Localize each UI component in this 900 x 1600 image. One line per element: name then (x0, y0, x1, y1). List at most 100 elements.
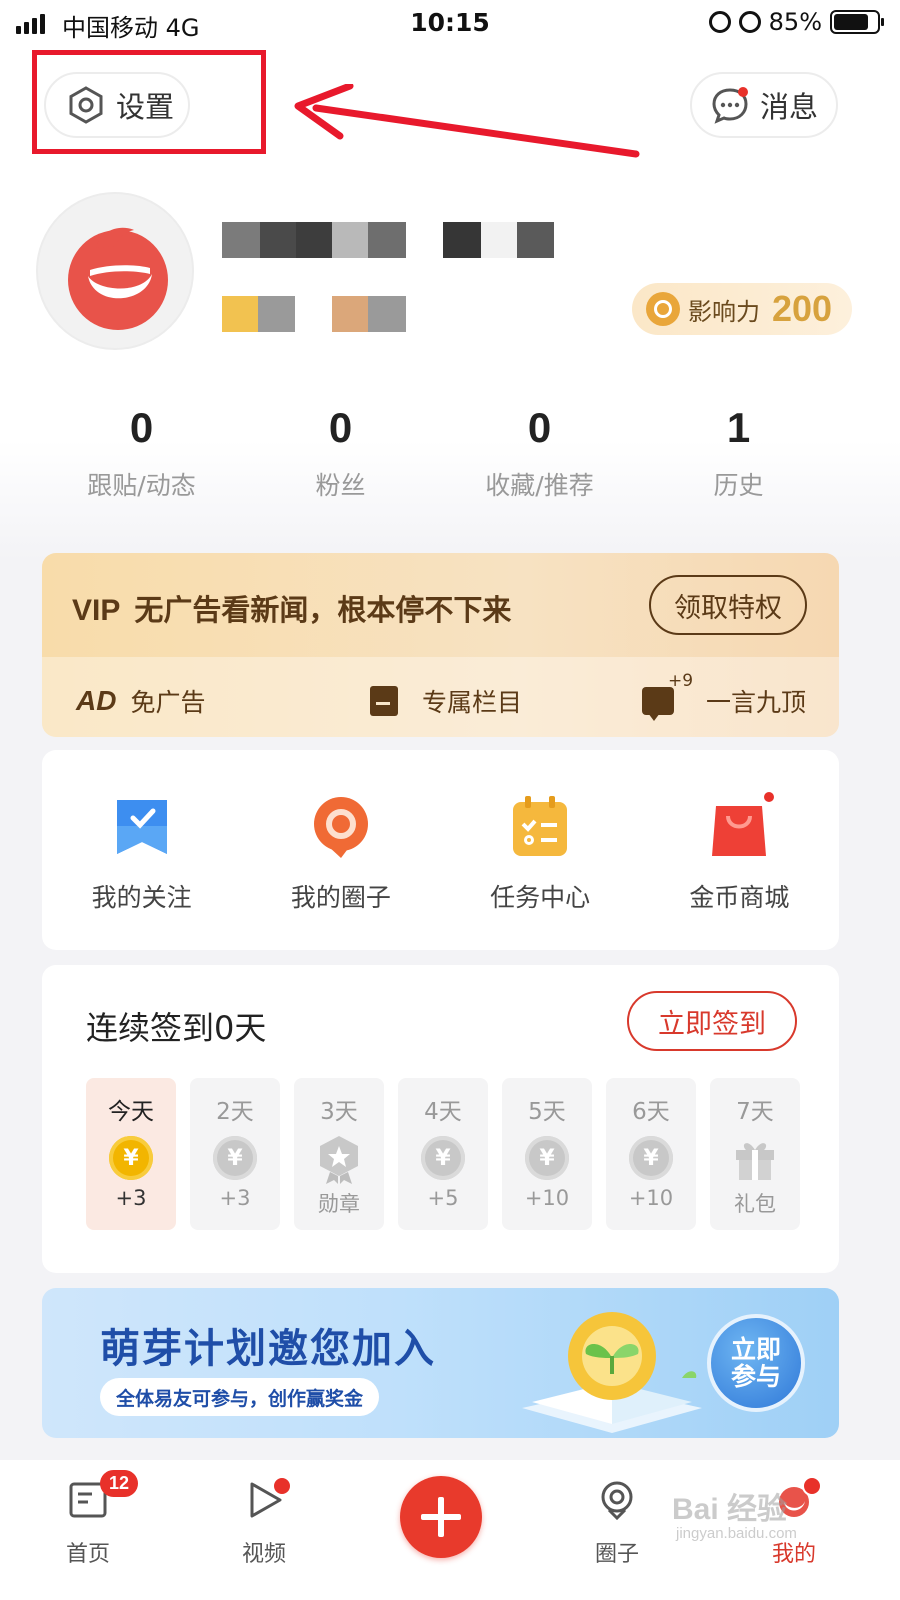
column-icon (370, 686, 398, 716)
notification-dot (272, 1476, 292, 1496)
book-sprout-illustration (522, 1312, 702, 1433)
highlight-box (32, 50, 266, 154)
checkin-day: 2天 ¥ +3 (190, 1078, 280, 1230)
checkin-button[interactable]: 立即签到 (627, 991, 797, 1051)
shortcut-label: 我的关注 (91, 883, 192, 912)
checkin-day: 5天 ¥ +10 (502, 1078, 592, 1230)
stat-label: 跟贴/动态 (87, 471, 196, 500)
comment-boost-icon (642, 687, 674, 721)
banner-title: 萌芽计划邀您加入 (100, 1326, 436, 1372)
checkin-days: 今天 ¥ +3 2天 ¥ +3 3天 勋章 4天 ¥ +5 5天 ¥ +10 6… (86, 1078, 800, 1230)
messages-button[interactable]: 消息 (690, 72, 838, 138)
shortcut-my-circles[interactable]: 我的圈子 (241, 750, 440, 950)
location-pin-icon (601, 1481, 633, 1521)
day-reward: +10 (628, 1186, 674, 1210)
tab-home[interactable]: 12 首页 (38, 1470, 139, 1568)
day-label: 今天 (108, 1099, 154, 1125)
avatar-mascot-icon (68, 227, 168, 330)
vip-slogan-text: 无广告看新闻，根本停不下来 (134, 593, 512, 627)
medal-icon (320, 1136, 358, 1184)
avatar[interactable] (36, 192, 194, 350)
day-label: 3天 (320, 1099, 358, 1125)
day-label: 6天 (632, 1099, 670, 1125)
battery-percent: 85% (768, 8, 822, 36)
perk-no-ads: AD 免广告 (76, 683, 205, 719)
gift-icon (736, 1143, 774, 1180)
banner-subtitle: 全体易友可参与，创作赢奖金 (100, 1378, 380, 1416)
publish-plus-button[interactable] (400, 1476, 482, 1558)
coin-icon: ¥ (213, 1136, 257, 1180)
perk-exclusive-column: 专属栏目 (370, 683, 522, 719)
shortcut-task-center[interactable]: 任务中心 (441, 750, 640, 950)
influence-label: 影响力 (688, 297, 760, 326)
day-reward: 勋章 (318, 1192, 360, 1216)
tab-video[interactable]: 视频 (214, 1476, 314, 1568)
annotation-arrow (294, 84, 640, 158)
watermark-url: jingyan.baidu.com (676, 1525, 797, 1542)
stat-value: 0 (527, 404, 552, 451)
claim-privileges-button[interactable]: 领取特权 (649, 575, 807, 635)
stat-label: 粉丝 (315, 471, 366, 500)
stat-value: 0 (328, 404, 353, 451)
checkin-card: 连续签到0天 立即签到 今天 ¥ +3 2天 ¥ +3 3天 勋章 4天 ¥ +… (42, 965, 839, 1273)
message-icon (712, 87, 748, 124)
perk-label: 专属栏目 (422, 688, 523, 717)
day-label: 2天 (216, 1099, 254, 1125)
day-label: 5天 (528, 1099, 566, 1125)
circle-chat-icon (313, 797, 368, 858)
orientation-lock-icon (708, 11, 731, 33)
watermark: Bai 经验 (672, 1493, 788, 1526)
checkin-day: 3天 勋章 (294, 1078, 384, 1230)
join-now-label: 立即参与 (730, 1334, 781, 1391)
messages-label: 消息 (760, 90, 819, 124)
stat-posts[interactable]: 0 跟贴/动态 (42, 404, 241, 502)
home-badge: 12 (100, 1470, 139, 1497)
stat-favorites[interactable]: 0 收藏/推荐 (440, 404, 639, 502)
stat-label: 收藏/推荐 (485, 471, 594, 500)
influence-value: 200 (772, 288, 833, 329)
day-label: 7天 (736, 1099, 774, 1125)
checkin-title: 连续签到0天 (86, 1009, 267, 1047)
join-now-button[interactable]: 立即参与 (707, 1314, 805, 1412)
sprout-plan-banner[interactable]: 萌芽计划邀您加入 全体易友可参与，创作赢奖金 立即参与 (42, 1288, 839, 1438)
shortcut-my-follows[interactable]: 我的关注 (42, 750, 241, 950)
tab-label: 首页 (65, 1542, 110, 1567)
stat-history[interactable]: 1 历史 (639, 404, 838, 502)
tab-label: 圈子 (594, 1542, 639, 1567)
day-reward: +10 (524, 1186, 570, 1210)
coin-icon: ¥ (629, 1136, 673, 1180)
perk-label: 一言九顶 (706, 688, 807, 717)
day-reward: 礼包 (734, 1192, 776, 1216)
coin-icon: ¥ (525, 1136, 569, 1180)
influence-icon (646, 292, 680, 326)
shortcut-coin-mall[interactable]: 金币商城 (640, 750, 839, 950)
perk-sup: +9 (668, 671, 694, 691)
tab-circles[interactable]: 圈子 (567, 1480, 667, 1568)
day-reward: +3 (219, 1186, 251, 1210)
shortcut-label: 金币商城 (689, 883, 790, 912)
status-indicators: 85% (708, 8, 884, 36)
day-reward: +5 (427, 1186, 459, 1210)
task-icon (513, 796, 568, 856)
stat-fans[interactable]: 0 粉丝 (241, 404, 440, 502)
vip-card[interactable]: VIP 无广告看新闻，根本停不下来 领取特权 AD 免广告 专属栏目 +9 一言九… (42, 553, 839, 737)
shortcut-grid: 我的关注 我的圈子 任务中心 金币商城 (42, 750, 839, 950)
vip-slogan: VIP 无广告看新闻，根本停不下来 (72, 587, 511, 629)
status-bar: 中国移动 4G 10:15 85% (0, 0, 900, 44)
vip-tag: VIP (72, 594, 121, 627)
coin-icon: ¥ (421, 1136, 465, 1180)
day-label: 4天 (424, 1099, 462, 1125)
bookmark-icon (116, 800, 167, 854)
checkin-day: 今天 ¥ +3 (86, 1078, 176, 1230)
checkin-day: 6天 ¥ +10 (606, 1078, 696, 1230)
notification-dot (761, 790, 776, 804)
profile-stats: 0 跟贴/动态 0 粉丝 0 收藏/推荐 1 历史 (42, 404, 838, 502)
shopping-bag-icon (712, 806, 767, 856)
tab-label: 视频 (241, 1542, 286, 1567)
shortcut-label: 任务中心 (490, 883, 591, 912)
battery-icon (830, 10, 884, 34)
notification-dot (802, 1476, 822, 1496)
perk-label: 免广告 (130, 688, 206, 717)
day-reward: +3 (115, 1186, 147, 1210)
influence-badge[interactable]: 影响力 200 (632, 283, 852, 335)
